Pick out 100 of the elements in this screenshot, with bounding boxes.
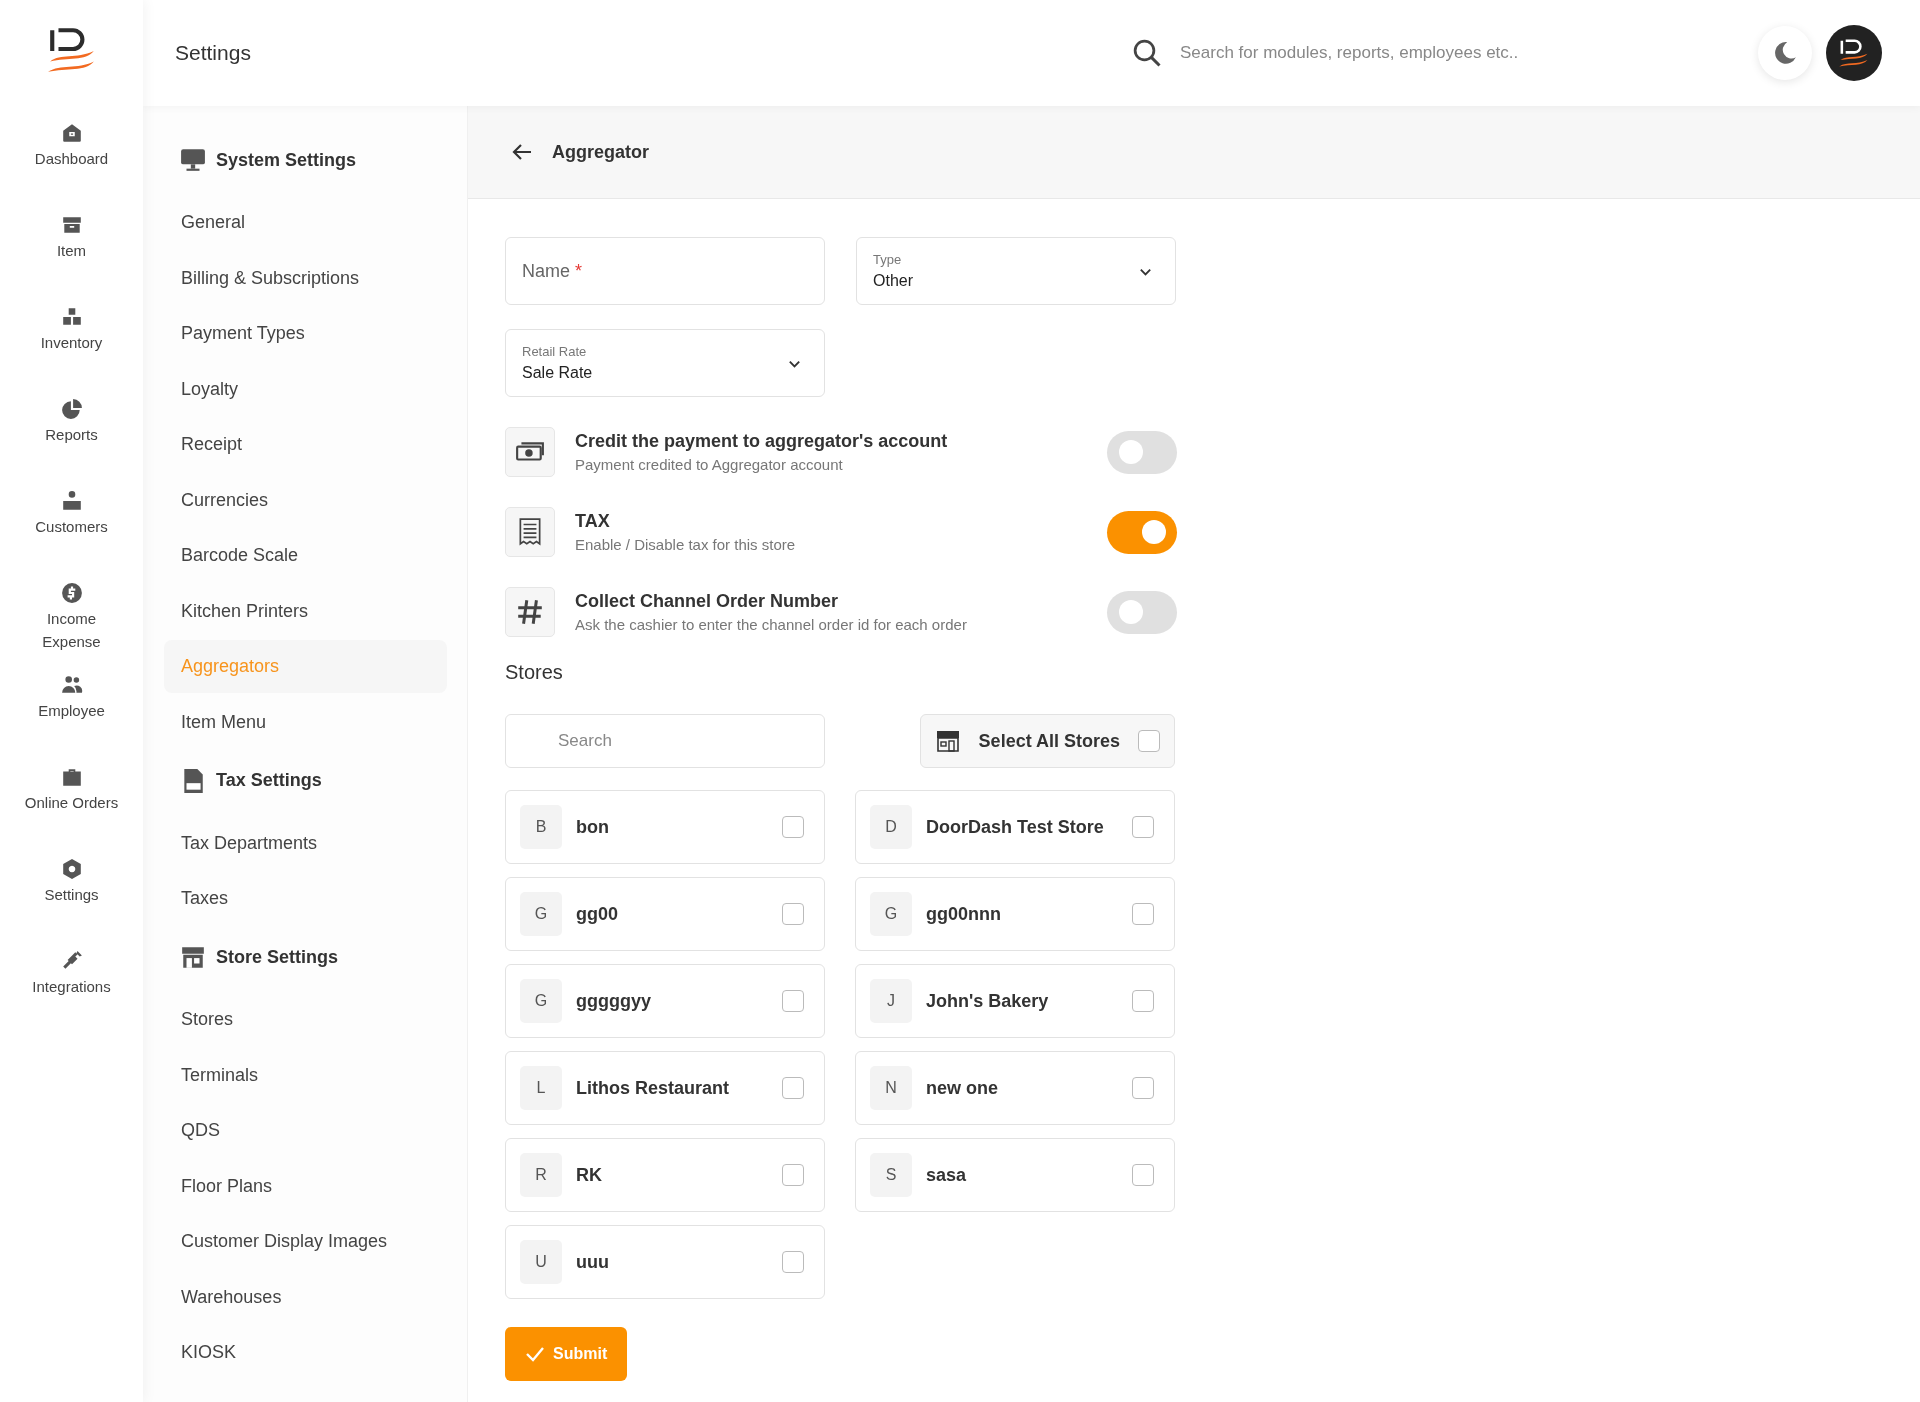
avatar-button[interactable] [1826, 25, 1882, 81]
checkbox[interactable] [782, 816, 804, 838]
nav-item[interactable]: Inventory [6, 306, 137, 398]
store-name: uuu [575, 1251, 610, 1273]
select-all-stores-control[interactable]: Select All Stores [919, 714, 1175, 768]
settings-menu-item[interactable]: Loyalty [164, 362, 447, 416]
store-card[interactable]: R RK [505, 1138, 825, 1212]
store-name: gg00 [575, 903, 619, 925]
search-icon [1132, 38, 1162, 68]
settings-menu-item[interactable]: Taxes [164, 872, 447, 925]
store-initial: R [520, 1153, 562, 1197]
dollar-coin-icon [60, 582, 83, 604]
store-card[interactable]: N new one [855, 1051, 1175, 1125]
toggle-switch[interactable] [1107, 510, 1177, 554]
retail-rate-select[interactable]: Retail Rate Sale Rate [505, 329, 825, 397]
settings-menu-item[interactable]: Currencies [164, 473, 447, 527]
checkbox[interactable] [1132, 816, 1154, 838]
page-heading: Aggregator [552, 141, 649, 163]
store-card[interactable]: G gggggyy [505, 964, 825, 1038]
option-description: Payment credited to Aggregator account [575, 456, 844, 473]
settings-menu-item[interactable]: Kitchen Printers [164, 584, 447, 638]
store-initial: G [520, 892, 562, 936]
page-title: Settings [175, 41, 252, 65]
settings-menu-item[interactable]: Tax Departments [164, 816, 447, 870]
toggle-switch[interactable] [1107, 590, 1177, 634]
store-card[interactable]: D DoorDash Test Store [855, 790, 1175, 864]
store-card[interactable]: B bon [505, 790, 825, 864]
person-icon [60, 490, 83, 512]
nav-item[interactable]: Employee [6, 674, 137, 766]
settings-menu-item[interactable]: Billing & Subscriptions [164, 251, 447, 305]
checkbox[interactable] [782, 990, 804, 1012]
boxes-icon [60, 306, 83, 328]
nav-item[interactable]: Dashboard [6, 122, 137, 214]
settings-menu-item[interactable]: Stores [164, 993, 447, 1046]
nav-item[interactable]: Income Expense [6, 582, 137, 674]
store-name: gggggyy [575, 990, 652, 1012]
store-card[interactable]: S sasa [855, 1138, 1175, 1212]
nav-item[interactable]: Settings [6, 858, 137, 950]
store-card[interactable]: U uuu [505, 1225, 825, 1299]
store-name: bon [575, 816, 610, 838]
option-description: Enable / Disable tax for this store [575, 536, 797, 553]
store-name: gg00nnn [925, 903, 1002, 925]
logo-icon [1838, 38, 1870, 68]
bag-icon [60, 766, 83, 788]
settings-menu-item[interactable]: Payment Types [164, 307, 447, 360]
store-initial: D [870, 805, 912, 849]
nav-item[interactable]: Customers [6, 490, 137, 582]
nav-item[interactable]: Reports [6, 398, 137, 490]
name-field[interactable]: Name * [505, 237, 825, 305]
checkbox[interactable] [1132, 903, 1154, 925]
people-icon [60, 674, 83, 696]
store-initial: L [520, 1066, 562, 1110]
settings-icon [60, 858, 83, 880]
moon-icon [1772, 40, 1798, 66]
settings-menu-item[interactable]: Customer Display Images [164, 1215, 447, 1268]
checkbox[interactable] [1132, 990, 1154, 1012]
checkbox[interactable] [1138, 730, 1160, 752]
monitor-icon [180, 147, 206, 173]
option-title: Credit the payment to aggregator's account [575, 431, 949, 452]
search-field[interactable]: Search for modules, reports, employees etc.. [1178, 42, 1702, 64]
section-heading: Tax Settings [216, 770, 322, 791]
store-card[interactable]: G gg00 [505, 877, 825, 951]
store-name: new one [925, 1077, 999, 1099]
nav-item[interactable]: Online Orders [6, 766, 137, 858]
checkbox[interactable] [782, 1164, 804, 1186]
type-select[interactable]: Type Other [856, 237, 1176, 305]
checkbox[interactable] [1132, 1164, 1154, 1186]
store-name: DoorDash Test Store [925, 816, 1105, 838]
settings-menu-item[interactable]: Floor Plans [164, 1159, 447, 1213]
plug-icon [60, 950, 83, 972]
store-name: RK [575, 1164, 603, 1186]
store-initial: G [870, 892, 912, 936]
store-name: Lithos Restaurant [575, 1077, 731, 1099]
settings-menu-item[interactable]: QDS [164, 1104, 447, 1157]
checkbox[interactable] [782, 1251, 804, 1273]
storefront-icon [934, 729, 961, 753]
store-search-field[interactable]: Search [505, 714, 825, 768]
nav-item[interactable]: Item [6, 214, 137, 306]
settings-menu-item[interactable]: Barcode Scale [164, 529, 447, 582]
settings-menu-item[interactable]: General [164, 196, 447, 249]
checkbox[interactable] [1132, 1077, 1154, 1099]
section-heading: Store Settings [216, 946, 339, 968]
settings-menu-item[interactable]: KIOSK [164, 1326, 447, 1379]
toggle-switch[interactable] [1107, 430, 1177, 474]
checkbox[interactable] [782, 1077, 804, 1099]
store-card[interactable]: L Lithos Restaurant [505, 1051, 825, 1125]
settings-menu-item[interactable]: Terminals [164, 1048, 447, 1102]
option-description: Ask the cashier to enter the channel order id for each order [575, 616, 968, 633]
checkbox[interactable] [782, 903, 804, 925]
store-card[interactable]: G gg00nnn [855, 877, 1175, 951]
storefront-icon [180, 944, 206, 970]
store-initial: J [870, 979, 912, 1023]
store-card[interactable]: J John's Bakery [855, 964, 1175, 1038]
nav-item[interactable]: Integrations [6, 950, 137, 1042]
settings-menu-item[interactable]: Receipt [164, 418, 447, 471]
section-heading: Stores [505, 661, 564, 684]
dark-mode-button[interactable] [1758, 26, 1812, 80]
settings-menu-item[interactable]: Warehouses [164, 1270, 447, 1324]
archive-box-icon [60, 214, 83, 236]
settings-menu-item[interactable]: Item Menu [164, 695, 447, 749]
